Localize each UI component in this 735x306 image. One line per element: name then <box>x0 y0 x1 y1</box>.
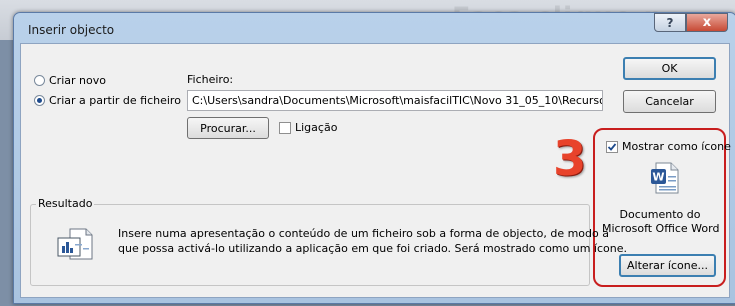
create-from-file-radio[interactable] <box>34 95 45 106</box>
create-new-label: Criar novo <box>49 74 106 87</box>
create-new-radio[interactable] <box>34 75 45 86</box>
cancel-button[interactable]: Cancelar <box>623 90 716 113</box>
insert-object-dialog: Inserir objecto ? x Criar novo Criar a p… <box>13 12 735 304</box>
browse-button[interactable]: Procurar... <box>187 117 269 139</box>
link-label: Ligação <box>295 121 338 134</box>
display-as-icon-label: Mostrar como ícone <box>622 140 731 153</box>
result-description: Insere numa apresentação o conteúdo de u… <box>118 226 627 256</box>
result-title: Resultado <box>36 197 95 210</box>
result-description-line1: Insere numa apresentação o conteúdo de u… <box>118 227 609 240</box>
link-option[interactable]: Ligação <box>279 121 337 134</box>
create-from-file-option[interactable]: Criar a partir de ficheiro <box>34 94 181 107</box>
help-icon: ? <box>666 15 674 30</box>
result-description-line2: que possa activá-lo utilizando a aplicaç… <box>118 242 627 255</box>
link-checkbox[interactable] <box>279 121 291 134</box>
display-as-icon-checkbox[interactable] <box>606 140 618 153</box>
radio-selected-dot <box>37 98 42 103</box>
create-from-file-label: Criar a partir de ficheiro <box>49 94 181 107</box>
close-button[interactable]: x <box>686 13 728 32</box>
icon-caption-line1: Documento do <box>619 208 701 221</box>
checkmark-icon <box>607 142 617 151</box>
ok-button[interactable]: OK <box>623 57 716 80</box>
word-document-icon: W <box>650 162 680 194</box>
step-number-annotation: 3 <box>553 131 587 187</box>
help-button[interactable]: ? <box>654 13 686 32</box>
create-new-option[interactable]: Criar novo <box>34 74 106 87</box>
file-path-input[interactable]: C:\Users\sandra\Documents\Microsoft\mais… <box>187 90 603 111</box>
embedded-object-icon <box>56 226 94 262</box>
file-label: Ficheiro: <box>187 73 234 86</box>
svg-text:W: W <box>652 171 664 184</box>
dialog-body: Criar novo Criar a partir de ficheiro Fi… <box>20 43 731 298</box>
dialog-title: Inserir objecto <box>28 23 115 37</box>
close-icon: x <box>702 15 712 30</box>
change-icon-button[interactable]: Alterar ícone... <box>619 254 716 277</box>
display-as-icon-option[interactable]: Mostrar como ícone <box>606 140 731 153</box>
window-controls: ? x <box>654 13 728 32</box>
